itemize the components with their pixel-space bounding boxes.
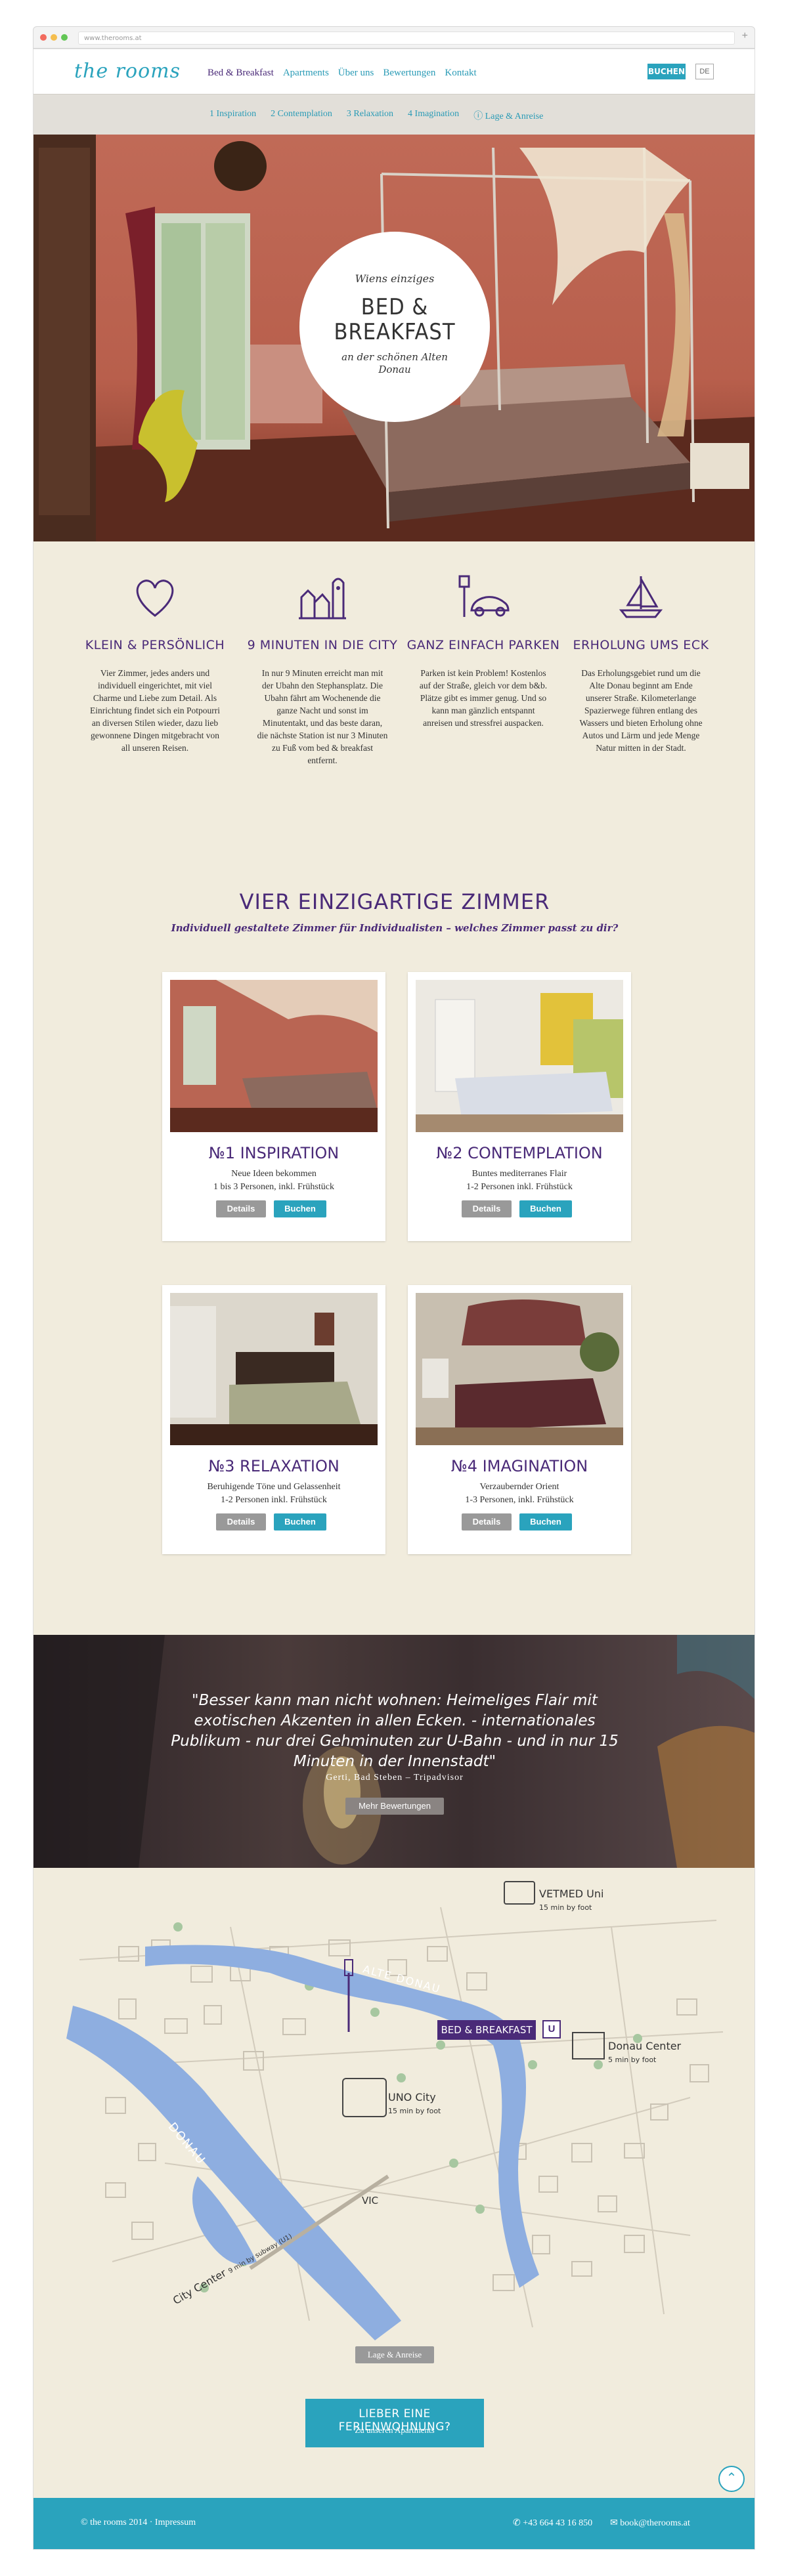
hero-title: BED & BREAKFAST xyxy=(334,294,456,345)
footer: © the rooms 2014 · Impressum ✆ +43 664 4… xyxy=(33,2498,755,2549)
car-parking-icon xyxy=(458,575,510,617)
room-subnav: 1 Inspiration 2 Contemplation 3 Relaxati… xyxy=(33,94,755,135)
address-bar[interactable]: www.therooms.at xyxy=(78,32,735,45)
nav-item-about[interactable]: Über uns xyxy=(338,68,374,79)
feature-text: In nur 9 Minuten erreicht man mit der Ub… xyxy=(257,668,388,765)
map-bnb-marker[interactable]: BED & BREAKFAST xyxy=(437,2020,536,2040)
heart-icon xyxy=(136,580,174,617)
footer-phone[interactable]: ✆ +43 664 43 16 850 xyxy=(513,2518,592,2529)
subnav-item-relaxation[interactable]: 3 Relaxation xyxy=(347,109,393,122)
room-card-relaxation[interactable]: №3 RELAXATION Beruhigende Töne und Gelas… xyxy=(162,1285,385,1554)
feature-text: Parken ist kein Problem! Kostenlos auf d… xyxy=(419,668,548,728)
phone-icon: ✆ xyxy=(513,2518,523,2528)
book-room-button[interactable]: Buchen xyxy=(274,1513,326,1531)
book-room-button[interactable]: Buchen xyxy=(519,1200,572,1217)
map-place-vetmed: VETMED Uni 15 min by foot xyxy=(539,1888,604,1912)
feature-title: ERHOLUNG UMS ECK xyxy=(573,638,709,652)
web-page: the rooms Bed & Breakfast Apartments Übe… xyxy=(33,49,755,2550)
room-capacity: 1 bis 3 Personen, inkl. Frühstück xyxy=(213,1182,334,1192)
footer-email[interactable]: ✉ book@therooms.at xyxy=(610,2518,690,2529)
room-photo[interactable] xyxy=(416,1293,623,1445)
room-photo[interactable] xyxy=(416,980,623,1132)
ubahn-icon: U xyxy=(542,2020,561,2038)
details-button[interactable]: Details xyxy=(216,1200,266,1217)
room-name: №4 IMAGINATION xyxy=(450,1457,588,1475)
map-place-uno-city: UNO City 15 min by foot xyxy=(388,2091,441,2115)
footer-copyright[interactable]: © the rooms 2014 · Impressum xyxy=(81,2518,196,2528)
nav-item-reviews[interactable]: Bewertungen xyxy=(383,68,435,79)
room-name: №1 INSPIRATION xyxy=(208,1144,339,1162)
donau-center-building-icon xyxy=(572,2032,605,2059)
testimonial-text: "Besser kann man nicht wohnen: Heimelige… xyxy=(171,1692,619,1770)
book-button[interactable]: BUCHEN xyxy=(647,64,686,79)
rooms-subtitle: Individuell gestaltete Zimmer für Indivi… xyxy=(171,922,619,934)
header: the rooms Bed & Breakfast Apartments Übe… xyxy=(33,49,755,94)
room-description: Neue Ideen bekommen xyxy=(231,1169,317,1179)
details-button[interactable]: Details xyxy=(462,1200,512,1217)
maximize-window-icon[interactable] xyxy=(61,34,68,41)
apartments-cta-button[interactable]: LIEBER EINE FERIENWOHNUNG? Zu unseren Ap… xyxy=(305,2399,484,2447)
book-room-button[interactable]: Buchen xyxy=(519,1513,572,1531)
language-switch[interactable]: DE xyxy=(695,64,714,79)
hero-tagline: an der schönen Alten Donau xyxy=(341,351,448,375)
subnav-item-imagination[interactable]: 4 Imagination xyxy=(408,109,459,122)
feature-text: Das Erholungsgebiet rund um die Alte Don… xyxy=(579,668,703,753)
details-button[interactable]: Details xyxy=(216,1513,266,1531)
subnav-item-contemplation[interactable]: 2 Contemplation xyxy=(271,109,332,122)
sailboat-icon xyxy=(619,576,663,618)
room-name: №2 CONTEMPLATION xyxy=(436,1144,603,1162)
main-nav: Bed & Breakfast Apartments Über uns Bewe… xyxy=(208,68,477,79)
room-description: Beruhigende Töne und Gelassenheit xyxy=(207,1482,341,1492)
subnav-item-inspiration[interactable]: 1 Inspiration xyxy=(209,109,256,122)
close-window-icon[interactable] xyxy=(40,34,47,41)
cta-subtitle: Zu unseren Apartments xyxy=(355,2425,435,2435)
more-reviews-button[interactable]: Mehr Bewertungen xyxy=(345,1798,444,1815)
room-card-contemplation[interactable]: №2 CONTEMPLATION Buntes mediterranes Fla… xyxy=(408,972,631,1241)
minimize-window-icon[interactable] xyxy=(51,34,57,41)
map-place-donau-center: Donau Center 5 min by foot xyxy=(608,2040,682,2064)
new-tab-icon[interactable]: + xyxy=(742,30,748,42)
room-description: Verzaubernder Orient xyxy=(479,1482,559,1492)
room-photo[interactable] xyxy=(170,980,378,1132)
room-capacity: 1-3 Personen, inkl. Frühstück xyxy=(465,1495,574,1505)
vetmed-building-icon xyxy=(504,1881,535,1905)
room-capacity: 1-2 Personen inkl. Frühstück xyxy=(221,1495,327,1505)
feature-title: GANZ EINFACH PARKEN xyxy=(406,638,560,652)
hero-badge: Wiens einziges BED & BREAKFAST an der sch… xyxy=(299,232,490,422)
location-map[interactable]: DONAU ALTE DONAU BED & BREAKFAST U VETME… xyxy=(33,1868,755,2354)
hero-image: Wiens einziges BED & BREAKFAST an der sch… xyxy=(33,135,755,541)
subnav-item-location[interactable]: ⓘ Lage & Anreise xyxy=(473,109,543,122)
mail-icon: ✉ xyxy=(610,2518,621,2528)
feature-title: 9 MINUTEN IN DIE CITY xyxy=(247,638,398,652)
browser-window-bar: www.therooms.at + xyxy=(33,26,755,49)
nav-item-contact[interactable]: Kontakt xyxy=(445,68,476,79)
uno-city-building-icon xyxy=(342,2078,387,2117)
location-button[interactable]: Lage & Anreise xyxy=(355,2346,434,2363)
room-description: Buntes mediterranes Flair xyxy=(471,1169,567,1179)
testimonial-section: "Besser kann man nicht wohnen: Heimelige… xyxy=(33,1635,755,1868)
rooms-title: VIER EINZIGARTIGE ZIMMER xyxy=(239,889,550,914)
book-room-button[interactable]: Buchen xyxy=(274,1200,326,1217)
room-name: №3 RELAXATION xyxy=(208,1457,339,1475)
map-place-vic: VIC xyxy=(362,2195,379,2206)
logo[interactable]: the rooms xyxy=(74,60,181,83)
room-card-inspiration[interactable]: №1 INSPIRATION Neue Ideen bekommen 1 bis… xyxy=(162,972,385,1241)
room-photo[interactable] xyxy=(170,1293,378,1445)
testimonial-author: Gerti, Bad Steben – Tripadvisor xyxy=(326,1773,464,1783)
room-card-imagination[interactable]: №4 IMAGINATION Verzaubernder Orient 1-3 … xyxy=(408,1285,631,1554)
nav-item-bed-breakfast[interactable]: Bed & Breakfast xyxy=(208,68,274,79)
nav-item-apartments[interactable]: Apartments xyxy=(283,68,329,79)
feature-title: KLEIN & PERSÖNLICH xyxy=(85,638,225,652)
details-button[interactable]: Details xyxy=(462,1513,512,1531)
feature-text: Vier Zimmer, jedes anders und individuel… xyxy=(90,668,220,753)
room-capacity: 1-2 Personen inkl. Frühstück xyxy=(466,1182,573,1192)
hero-subtitle: Wiens einziges xyxy=(355,272,435,285)
city-icon xyxy=(299,578,346,620)
scroll-to-top-icon[interactable]: ⌃ xyxy=(718,2466,745,2492)
